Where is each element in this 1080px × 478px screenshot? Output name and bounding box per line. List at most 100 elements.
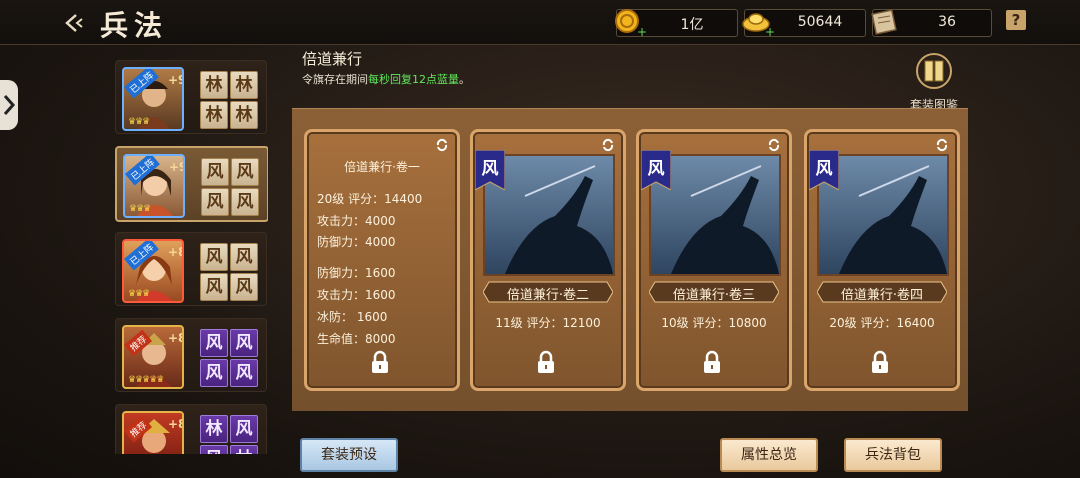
- refresh-icon[interactable]: [935, 138, 949, 152]
- card-name-banner: 倍道兼行·卷四: [816, 280, 948, 304]
- tactic-tile[interactable]: 风: [200, 243, 228, 271]
- card-level-score: 10级 评分：10800: [661, 316, 767, 330]
- svg-text:+: +: [765, 25, 775, 38]
- side-drawer-toggle[interactable]: [0, 80, 18, 130]
- stat-line: 冰防： 1600: [317, 310, 388, 324]
- hero-portrait: 推荐 +8: [122, 411, 184, 454]
- refresh-icon[interactable]: [601, 138, 615, 152]
- hero-level: +9: [169, 160, 183, 174]
- svg-text:风: 风: [816, 159, 833, 179]
- hero-level: +8: [168, 331, 182, 345]
- tactic-tile[interactable]: 林: [230, 101, 258, 129]
- tactic-tile[interactable]: 风: [201, 188, 229, 216]
- set-catalog-button[interactable]: 套装图鉴: [902, 52, 966, 113]
- card-title: 倍道兼行·卷一: [344, 160, 420, 174]
- card-title: 倍道兼行·卷三: [672, 288, 756, 303]
- tactic-slots: 风 风 风 风: [200, 243, 258, 301]
- tactic-bag-button[interactable]: 兵法背包: [844, 438, 942, 472]
- tactic-tile[interactable]: 风: [200, 273, 228, 301]
- tactic-tile[interactable]: 林: [200, 101, 228, 129]
- back-arrow-icon[interactable]: [62, 12, 86, 34]
- star-rating: ♛♛♛: [128, 117, 150, 127]
- hero-card[interactable]: 推荐 +8 林 风 风 林: [115, 404, 267, 454]
- lock-icon: [538, 350, 554, 373]
- wind-flag-icon: 风: [641, 150, 671, 190]
- set-name: 倍道兼行: [302, 50, 363, 68]
- hero-level: +8: [168, 417, 182, 431]
- hero-portrait: 推荐 +8 ♛♛♛♛♛: [122, 325, 184, 389]
- tactic-tile[interactable]: 林: [200, 71, 228, 99]
- card-name-banner: 倍道兼行·卷二: [482, 280, 614, 304]
- attribute-overview-button[interactable]: 属性总览: [720, 438, 818, 472]
- lock-icon: [704, 350, 720, 373]
- help-button[interactable]: ?: [1006, 10, 1026, 30]
- card-name-banner: 倍道兼行·卷三: [648, 280, 780, 304]
- tactic-tile[interactable]: 风: [201, 158, 229, 186]
- tactic-tile[interactable]: 林: [200, 415, 228, 443]
- set-preset-button[interactable]: 套装预设: [300, 438, 398, 472]
- hero-portrait: 已上阵 +8 ♛♛♛: [122, 239, 184, 303]
- tactic-slots: 林 风 风 林: [200, 415, 258, 454]
- scroll-counter[interactable]: 36: [871, 9, 992, 37]
- gold-ingot-value: 50644: [797, 14, 843, 30]
- lock-icon: [872, 350, 888, 373]
- tactic-slots: 风 风 风 风: [201, 158, 259, 216]
- card-level-score: 20级 评分：14400: [317, 192, 423, 206]
- lock-icon: [372, 350, 388, 373]
- hero-card[interactable]: 已上阵 +8 ♛♛♛ 风 风 风 风: [115, 232, 267, 306]
- hero-card-selected[interactable]: 已上阵 +9 ♛♛♛ 风 风 风 风: [115, 146, 268, 222]
- tactic-tile[interactable]: 风: [230, 415, 258, 443]
- set-description: 令旗存在期间每秒回复12点蓝量。: [302, 73, 470, 86]
- tactic-set-panel: 倍道兼行 令旗存在期间每秒回复12点蓝量。 套装图鉴 倍道兼行·卷一 20级 评…: [290, 44, 970, 411]
- hero-level: +8: [168, 245, 182, 259]
- tactic-card[interactable]: 风 倍道兼行·卷三 10级 评分：10800: [636, 129, 792, 391]
- svg-text:+: +: [637, 25, 647, 38]
- stat-line: 攻击力：1600: [317, 288, 396, 302]
- hero-list[interactable]: 已上阵 +9 ♛♛♛ 林 林 林 林 已上阵 +9 ♛♛♛ 风 风 风 风 已上…: [110, 54, 268, 454]
- gold-ingot-icon: +: [742, 13, 775, 38]
- gold-coin-value: 1亿: [680, 17, 704, 33]
- gold-coin-icon: +: [615, 9, 647, 38]
- tactic-tile[interactable]: 风: [200, 329, 228, 357]
- hero-card[interactable]: 推荐 +8 ♛♛♛♛♛ 风 风 风 风: [115, 318, 267, 392]
- tactic-tile[interactable]: 风: [230, 243, 258, 271]
- card-level-score: 11级 评分：12100: [495, 316, 601, 330]
- tactic-card[interactable]: 风 倍道兼行·卷四 20级 评分：16400: [804, 129, 960, 391]
- tactic-slots: 林 林 林 林: [200, 71, 258, 129]
- stat-line: 攻击力：4000: [317, 214, 396, 228]
- tactic-tile[interactable]: 风: [231, 158, 259, 186]
- book-catalog-icon: [916, 53, 952, 89]
- star-rating: ♛♛♛♛♛: [128, 375, 164, 385]
- star-rating: ♛♛♛: [128, 289, 150, 299]
- stat-line: 防御力：1600: [317, 266, 396, 280]
- refresh-icon[interactable]: [767, 138, 781, 152]
- tactic-card-shelf: 倍道兼行·卷一 20级 评分：14400 攻击力：4000 防御力：4000 防…: [292, 108, 968, 411]
- tactic-tile[interactable]: 风: [231, 188, 259, 216]
- stat-line: 防御力：4000: [317, 235, 396, 249]
- tactic-tile[interactable]: 风: [200, 445, 228, 454]
- hero-portrait: 已上阵 +9 ♛♛♛: [123, 154, 185, 218]
- tactic-card-info[interactable]: 倍道兼行·卷一 20级 评分：14400 攻击力：4000 防御力：4000 防…: [304, 129, 460, 391]
- hero-card[interactable]: 已上阵 +9 ♛♛♛ 林 林 林 林: [115, 60, 267, 134]
- svg-text:风: 风: [482, 159, 499, 179]
- card-title: 倍道兼行·卷四: [840, 288, 924, 303]
- refresh-icon[interactable]: [435, 138, 449, 152]
- tactic-tile[interactable]: 风: [200, 359, 228, 387]
- tactic-card[interactable]: 风 倍道兼行·卷二 11级 评分：12100: [470, 129, 626, 391]
- star-rating: ♛♛♛: [129, 204, 151, 214]
- tactic-tile[interactable]: 风: [230, 329, 258, 357]
- gold-coin-counter[interactable]: + 1亿: [615, 9, 738, 38]
- wind-flag-icon: 风: [809, 150, 839, 190]
- tactic-tile[interactable]: 风: [230, 359, 258, 387]
- chevron-right-icon: [3, 95, 16, 115]
- tactic-tile[interactable]: 风: [230, 273, 258, 301]
- top-bar: 兵法 + 1亿 + 50644 36 ?: [0, 0, 1080, 45]
- tactic-tile[interactable]: 林: [230, 445, 258, 454]
- card-title: 倍道兼行·卷二: [506, 288, 590, 303]
- page-title: 兵法: [100, 9, 169, 42]
- gold-ingot-counter[interactable]: + 50644: [742, 9, 866, 38]
- tactic-tile[interactable]: 林: [230, 71, 258, 99]
- hero-level: +9: [168, 73, 182, 87]
- scroll-value: 36: [938, 14, 956, 30]
- card-level-score: 20级 评分：16400: [829, 316, 935, 330]
